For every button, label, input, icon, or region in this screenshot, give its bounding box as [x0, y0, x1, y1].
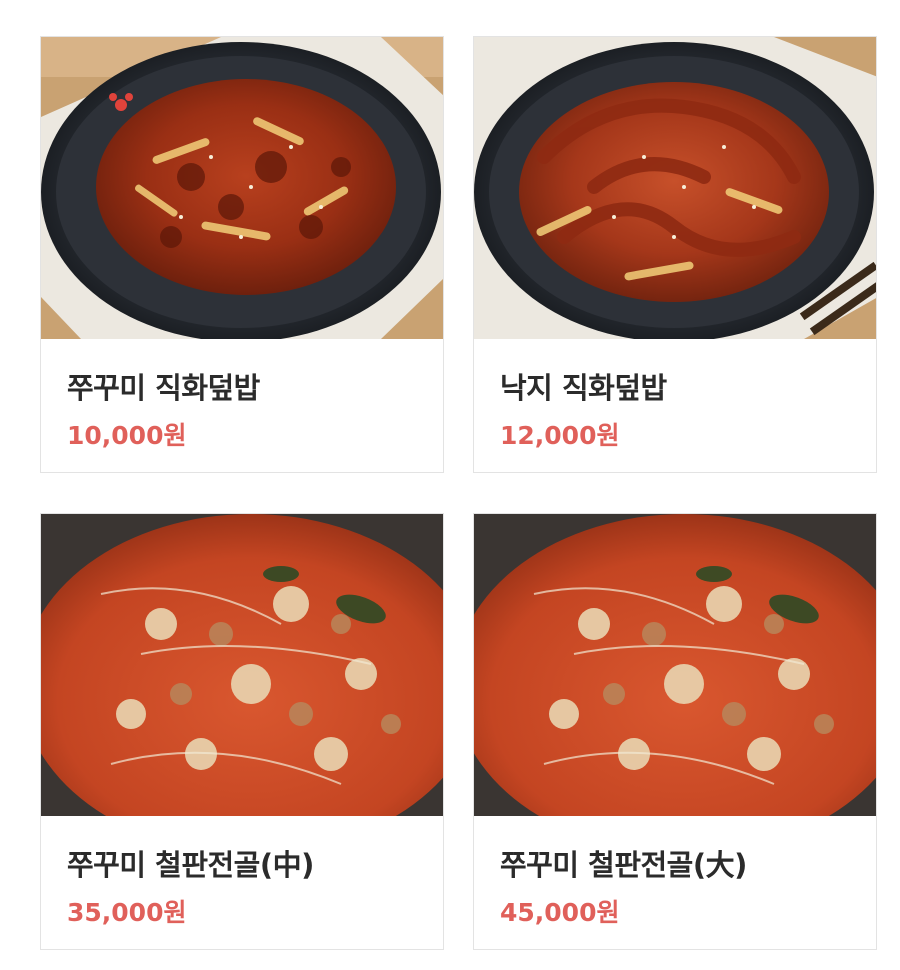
menu-grid: 쭈꾸미 직화덮밥 10,000원 낙지 직화덮밥 12,000원 쭈꾸미 철판전… — [0, 0, 900, 970]
menu-item-name: 쭈꾸미 직화덮밥 — [67, 371, 260, 405]
menu-item-price: 10,000원 — [67, 421, 187, 450]
food-photo[interactable] — [474, 37, 876, 339]
menu-item-price: 45,000원 — [500, 898, 620, 927]
menu-item-price: 12,000원 — [500, 421, 620, 450]
menu-item-name: 쭈꾸미 철판전골(大) — [500, 848, 747, 882]
menu-item-name: 쭈꾸미 철판전골(中) — [67, 848, 314, 882]
food-photo[interactable] — [41, 514, 443, 816]
menu-card[interactable]: 쭈꾸미 철판전골(中) 35,000원 — [40, 513, 444, 950]
menu-card[interactable]: 낙지 직화덮밥 12,000원 — [473, 36, 877, 473]
menu-card[interactable]: 쭈꾸미 철판전골(大) 45,000원 — [473, 513, 877, 950]
menu-item-name: 낙지 직화덮밥 — [500, 371, 667, 405]
menu-card[interactable]: 쭈꾸미 직화덮밥 10,000원 — [40, 36, 444, 473]
menu-item-price: 35,000원 — [67, 898, 187, 927]
food-photo[interactable] — [41, 37, 443, 339]
food-photo[interactable] — [474, 514, 876, 816]
